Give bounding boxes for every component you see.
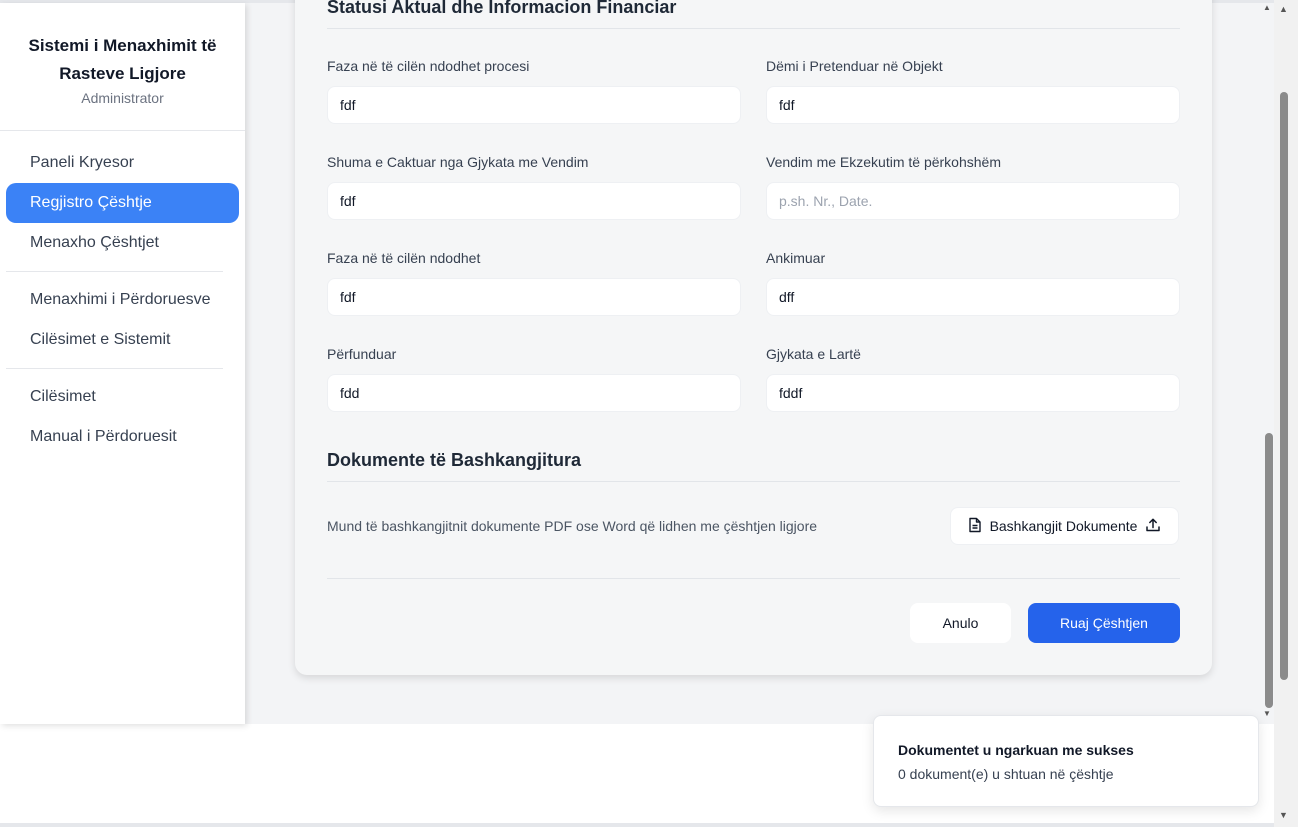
toast-title: Dokumentet u ngarkuan me sukses bbox=[898, 742, 1134, 758]
sidebar-brand: Sistemi i Menaxhimit të Rasteve Ligjore … bbox=[0, 3, 245, 131]
provisional-execution-input[interactable] bbox=[766, 182, 1180, 220]
process-phase-input[interactable] bbox=[327, 86, 741, 124]
toast-message: 0 dokument(e) u shtuan në çështje bbox=[898, 766, 1114, 782]
nav-divider bbox=[6, 368, 223, 369]
field-label-provisional-execution: Vendim me Ekzekutim të përkohshëm bbox=[766, 154, 1001, 170]
court-amount-input[interactable] bbox=[327, 182, 741, 220]
sidebar-item-dashboard[interactable]: Paneli Kryesor bbox=[6, 143, 239, 183]
sidebar: Sistemi i Menaxhimit të Rasteve Ligjore … bbox=[0, 3, 245, 724]
claimed-damage-input[interactable] bbox=[766, 86, 1180, 124]
content-scrollbar-thumb[interactable] bbox=[1265, 433, 1273, 708]
section-divider bbox=[327, 481, 1180, 482]
actions-divider bbox=[327, 578, 1180, 579]
section-title-status: Statusi Aktual dhe Informacion Financiar bbox=[327, 0, 677, 17]
sidebar-item-settings[interactable]: Cilësimet bbox=[6, 377, 239, 417]
field-label-supreme-court: Gjykata e Lartë bbox=[766, 346, 861, 362]
upload-icon bbox=[1145, 517, 1161, 536]
appealed-input[interactable] bbox=[766, 278, 1180, 316]
window-bottom-border bbox=[0, 823, 1274, 827]
field-label-completed: Përfunduar bbox=[327, 346, 397, 362]
scroll-down-icon[interactable]: ▼ bbox=[1263, 709, 1271, 718]
attach-documents-button[interactable]: Bashkangjit Dokumente bbox=[950, 507, 1179, 545]
sidebar-item-system-settings[interactable]: Cilësimet e Sistemit bbox=[6, 320, 239, 360]
app-title: Sistemi i Menaxhimit të Rasteve Ligjore bbox=[28, 36, 217, 83]
sidebar-item-user-manual[interactable]: Manual i Përdoruesit bbox=[6, 417, 239, 457]
section-divider bbox=[327, 28, 1180, 29]
field-label-court-amount: Shuma e Caktuar nga Gjykata me Vendim bbox=[327, 154, 589, 170]
file-icon bbox=[968, 517, 982, 536]
page-scrollbar[interactable]: ▲ ▼ bbox=[1274, 0, 1298, 827]
documents-hint: Mund të bashkangjitnit dokumente PDF ose… bbox=[327, 518, 818, 534]
supreme-court-input[interactable] bbox=[766, 374, 1180, 412]
scroll-down-icon[interactable]: ▼ bbox=[1279, 810, 1288, 820]
field-label-current-phase: Faza në të cilën ndodhet bbox=[327, 250, 481, 266]
content-scrollbar[interactable]: ▲ ▼ bbox=[1262, 3, 1274, 724]
page-scrollbar-thumb[interactable] bbox=[1280, 92, 1288, 680]
user-role: Administrator bbox=[81, 90, 164, 106]
scroll-up-icon[interactable]: ▲ bbox=[1263, 3, 1271, 12]
field-label-appealed: Ankimuar bbox=[766, 250, 826, 266]
attach-documents-label: Bashkangjit Dokumente bbox=[989, 518, 1138, 534]
nav-divider bbox=[6, 271, 223, 272]
sidebar-item-register-case[interactable]: Regjistro Çështje bbox=[6, 183, 239, 223]
field-label-claimed-damage: Dëmi i Pretenduar në Objekt bbox=[766, 58, 943, 74]
save-case-button[interactable]: Ruaj Çështjen bbox=[1028, 603, 1180, 643]
current-phase-input[interactable] bbox=[327, 278, 741, 316]
sidebar-nav: Paneli Kryesor Regjistro Çështje Menaxho… bbox=[0, 131, 245, 469]
field-label-process-phase: Faza në të cilën ndodhet procesi bbox=[327, 58, 530, 74]
section-title-documents: Dokumente të Bashkangjitura bbox=[327, 450, 582, 470]
sidebar-item-user-management[interactable]: Menaxhimi i Përdoruesve bbox=[6, 280, 239, 320]
scroll-up-icon[interactable]: ▲ bbox=[1279, 4, 1288, 14]
completed-input[interactable] bbox=[327, 374, 741, 412]
success-toast: Dokumentet u ngarkuan me sukses 0 dokume… bbox=[873, 715, 1259, 807]
sidebar-item-manage-cases[interactable]: Menaxho Çështjet bbox=[6, 223, 239, 263]
cancel-button[interactable]: Anulo bbox=[910, 603, 1011, 643]
